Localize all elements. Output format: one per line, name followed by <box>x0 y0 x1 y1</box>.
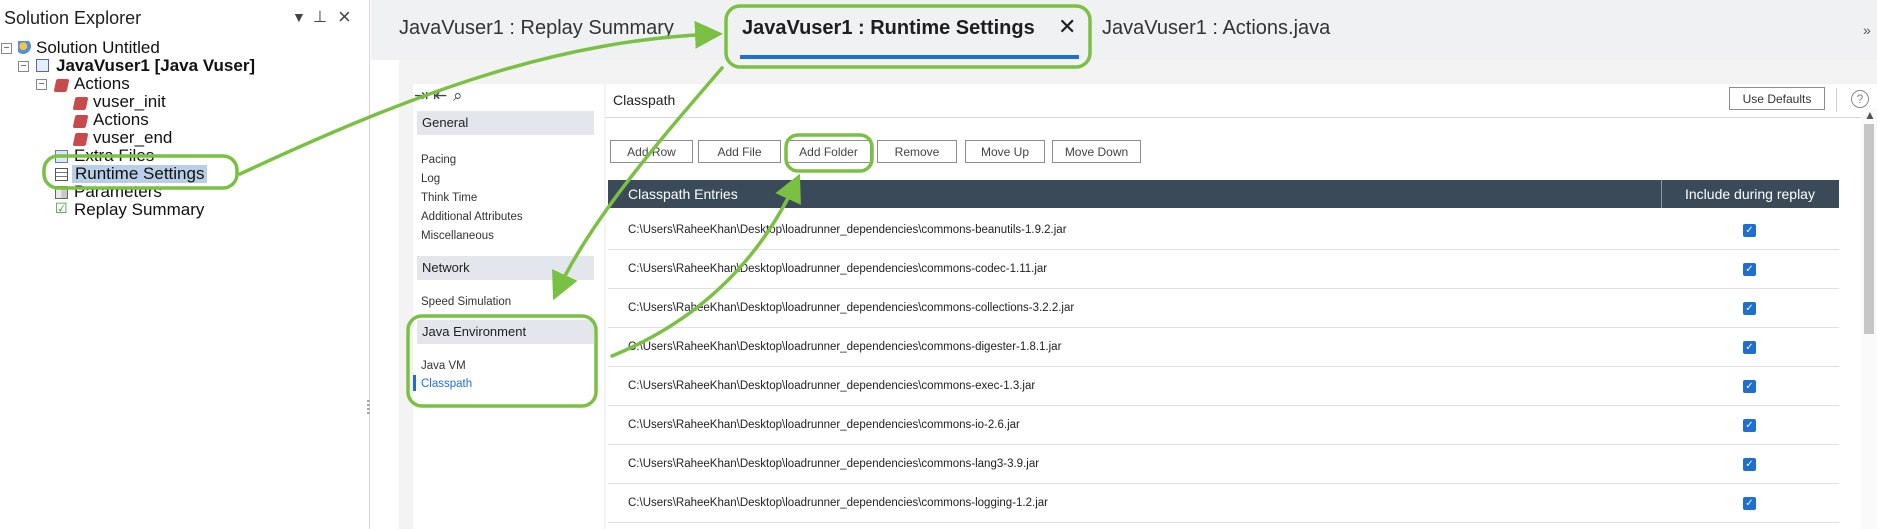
nav-item-miscellaneous[interactable]: Miscellaneous <box>421 230 494 242</box>
panel-divider <box>606 117 1877 118</box>
tree-item-project[interactable]: JavaVuser1 [Java Vuser] <box>56 57 255 75</box>
solution-icon <box>18 41 31 54</box>
include-checkbox[interactable]: ✓ <box>1743 419 1756 432</box>
classpath-entry: C:\Users\RaheeKhan\Desktop\loadrunner_de… <box>628 458 1040 470</box>
actions-folder-icon <box>53 79 70 92</box>
splitter-handle[interactable] <box>367 400 370 414</box>
classpath-panel: Classpath Use Defaults ? Add Row Add Fil… <box>606 84 1877 529</box>
parameters-icon <box>55 186 68 199</box>
solution-explorer-header: Solution Explorer ▼ ⊥ × <box>0 0 370 36</box>
move-down-button[interactable]: Move Down <box>1052 140 1141 163</box>
panel-title: Classpath <box>613 92 676 108</box>
extra-files-icon <box>55 150 68 163</box>
tab-overflow-icon[interactable]: » <box>1863 22 1871 38</box>
include-checkbox[interactable]: ✓ <box>1743 341 1756 354</box>
table-header: Classpath Entries Include during replay <box>608 180 1839 208</box>
table-row[interactable]: C:\Users\RaheeKhan\Desktop\loadrunner_de… <box>608 406 1839 445</box>
table-row[interactable]: C:\Users\RaheeKhan\Desktop\loadrunner_de… <box>608 211 1839 250</box>
tree-item-vuser-init[interactable]: vuser_init <box>93 93 166 111</box>
dropdown-arrow-icon[interactable]: ▼ <box>292 9 306 25</box>
table-row[interactable]: C:\Users\RaheeKhan\Desktop\loadrunner_de… <box>608 367 1839 406</box>
section-network: Network <box>417 256 594 280</box>
table-row[interactable]: C:\Users\RaheeKhan\Desktop\loadrunner_de… <box>608 484 1839 523</box>
classpath-entry: C:\Users\RaheeKhan\Desktop\loadrunner_de… <box>628 341 1062 353</box>
project-icon <box>36 59 49 72</box>
table-row[interactable]: C:\Users\RaheeKhan\Desktop\loadrunner_de… <box>608 328 1839 367</box>
add-row-button[interactable]: Add Row <box>610 140 693 163</box>
solution-explorer-title: Solution Explorer <box>4 8 142 28</box>
nav-item-log[interactable]: Log <box>421 173 440 185</box>
action-icon <box>72 97 89 110</box>
include-checkbox[interactable]: ✓ <box>1743 302 1756 315</box>
tree-item-vuser-end[interactable]: vuser_end <box>93 129 172 147</box>
nav-item-pacing[interactable]: Pacing <box>421 154 456 166</box>
toolbar-separator <box>1836 88 1837 112</box>
scroll-up-icon[interactable]: ▲ <box>1864 108 1876 122</box>
runtime-settings-icon <box>55 168 68 181</box>
tab-runtime-settings[interactable]: JavaVuser1 : Runtime Settings <box>742 17 1035 40</box>
include-checkbox[interactable]: ✓ <box>1743 224 1756 237</box>
tree-item-parameters[interactable]: Parameters <box>74 183 162 201</box>
classpath-entry: C:\Users\RaheeKhan\Desktop\loadrunner_de… <box>628 263 1048 275</box>
nav-item-java-vm[interactable]: Java VM <box>421 360 466 372</box>
tree-item-solution[interactable]: Solution Untitled <box>36 39 160 57</box>
runtime-settings-content: ⇥ ⇤ ⌕ General Pacing Log Think Time Addi… <box>399 60 1877 529</box>
add-folder-button[interactable]: Add Folder <box>786 140 871 163</box>
action-icon <box>72 133 89 146</box>
help-icon[interactable]: ? <box>1851 90 1869 108</box>
classpath-entry: C:\Users\RaheeKhan\Desktop\loadrunner_de… <box>628 419 1020 431</box>
search-icon[interactable]: ⌕ <box>453 86 463 106</box>
collapse-icon[interactable]: − <box>18 61 29 72</box>
collapse-icon[interactable]: − <box>1 43 12 54</box>
column-header-classpath-entries: Classpath Entries <box>628 186 738 202</box>
expand-all-icon[interactable]: ⇥ <box>414 86 428 106</box>
tree-item-actions-folder[interactable]: Actions <box>74 75 130 93</box>
add-file-button[interactable]: Add File <box>698 140 781 163</box>
table-row[interactable]: C:\Users\RaheeKhan\Desktop\loadrunner_de… <box>608 289 1839 328</box>
nav-item-speed-simulation[interactable]: Speed Simulation <box>421 296 511 308</box>
close-tab-icon[interactable]: ✕ <box>1058 14 1076 40</box>
collapse-icon[interactable]: − <box>36 79 47 90</box>
table-row[interactable]: C:\Users\RaheeKhan\Desktop\loadrunner_de… <box>608 445 1839 484</box>
column-header-include-during-replay: Include during replay <box>1685 186 1815 202</box>
action-icon <box>72 115 89 128</box>
vertical-scrollbar[interactable]: ▲ <box>1861 108 1877 529</box>
include-checkbox[interactable]: ✓ <box>1743 380 1756 393</box>
classpath-entry: C:\Users\RaheeKhan\Desktop\loadrunner_de… <box>628 302 1075 314</box>
nav-item-think-time[interactable]: Think Time <box>421 192 477 204</box>
use-defaults-button[interactable]: Use Defaults <box>1729 87 1825 110</box>
nav-item-additional-attributes[interactable]: Additional Attributes <box>421 211 523 223</box>
include-checkbox[interactable]: ✓ <box>1743 497 1756 510</box>
settings-navigation: ⇥ ⇤ ⌕ General Pacing Log Think Time Addi… <box>413 84 604 529</box>
tree-item-extra-files[interactable]: Extra Files <box>74 147 154 165</box>
solution-explorer: Solution Explorer ▼ ⊥ × − Solution Untit… <box>0 0 370 529</box>
checkmark-icon: ☑ <box>55 200 68 216</box>
tree-item-actions[interactable]: Actions <box>93 111 149 129</box>
tree-item-runtime-settings[interactable]: Runtime Settings <box>72 165 208 183</box>
close-icon[interactable]: × <box>338 4 351 30</box>
remove-button[interactable]: Remove <box>877 140 957 163</box>
active-tab-indicator <box>740 55 1079 59</box>
nav-item-classpath[interactable]: Classpath <box>421 378 472 390</box>
include-checkbox[interactable]: ✓ <box>1743 458 1756 471</box>
scrollbar-thumb[interactable] <box>1864 124 1874 334</box>
classpath-entry: C:\Users\RaheeKhan\Desktop\loadrunner_de… <box>628 224 1067 236</box>
section-general: General <box>417 111 594 135</box>
classpath-entry: C:\Users\RaheeKhan\Desktop\loadrunner_de… <box>628 497 1048 509</box>
tab-actions-java[interactable]: JavaVuser1 : Actions.java <box>1102 17 1330 40</box>
tab-replay-summary[interactable]: JavaVuser1 : Replay Summary <box>399 17 674 40</box>
collapse-all-icon[interactable]: ⇤ <box>433 86 447 106</box>
table-row[interactable]: C:\Users\RaheeKhan\Desktop\loadrunner_de… <box>608 250 1839 289</box>
section-java-environment: Java Environment <box>417 320 594 344</box>
selected-item-indicator <box>413 375 416 391</box>
tree-item-replay-summary[interactable]: Replay Summary <box>74 201 204 219</box>
pin-icon[interactable]: ⊥ <box>313 7 327 27</box>
move-up-button[interactable]: Move Up <box>965 140 1045 163</box>
include-checkbox[interactable]: ✓ <box>1743 263 1756 276</box>
classpath-entry: C:\Users\RaheeKhan\Desktop\loadrunner_de… <box>628 380 1036 392</box>
